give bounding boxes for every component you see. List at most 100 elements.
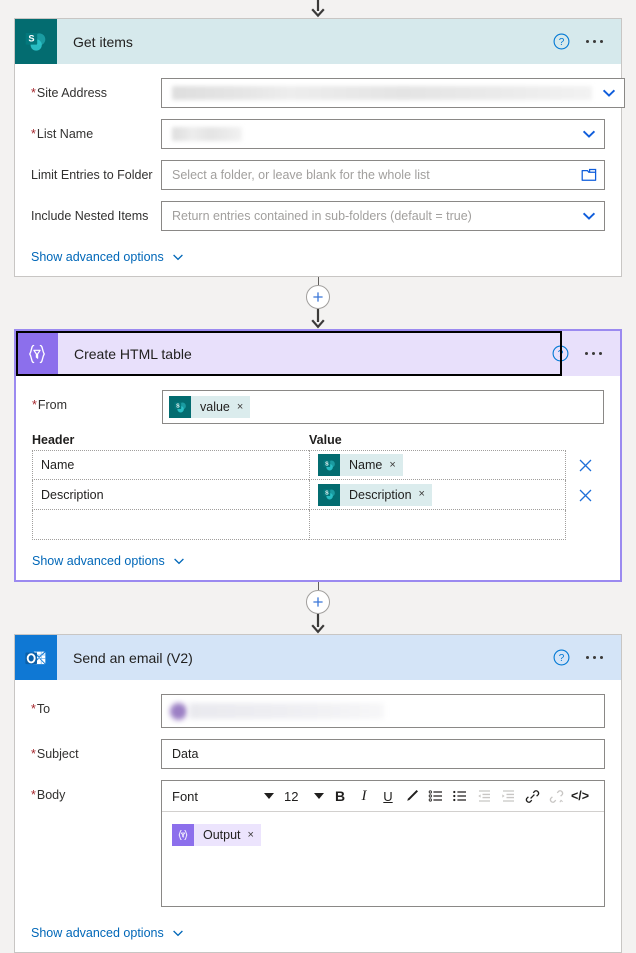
insert-step-button[interactable] (306, 590, 330, 614)
avatar (170, 702, 187, 720)
flow-step-get-items[interactable]: S Get items ? *Site Address *List Name L… (14, 18, 625, 277)
show-advanced-options-send-an-email[interactable]: Show advanced options (31, 926, 185, 940)
arrow-down-icon (311, 614, 325, 634)
header-cell-input[interactable]: Name (32, 450, 309, 480)
chevron-down-icon[interactable] (580, 125, 598, 143)
folder-picker-icon[interactable] (580, 167, 598, 183)
subject-input[interactable]: Data (161, 739, 605, 769)
show-advanced-options-create-html-table[interactable]: Show advanced options (32, 554, 186, 568)
ellipsis-icon[interactable] (583, 348, 604, 359)
field-row-subject: *Subject Data (31, 739, 605, 769)
chevron-down-icon[interactable] (600, 84, 618, 102)
field-label-from: *From (32, 398, 68, 412)
ellipsis-icon[interactable] (584, 652, 605, 663)
sharepoint-glyph: S (25, 32, 46, 51)
token-label: Name (349, 458, 383, 472)
body-content-area[interactable]: Output × (162, 812, 604, 906)
token-remove-icon[interactable]: × (389, 459, 395, 471)
dynamic-token-description[interactable]: S Description × (318, 483, 432, 506)
header-cell-input[interactable]: Description (32, 480, 309, 510)
delete-row-button[interactable] (566, 480, 604, 510)
ellipsis-icon[interactable] (584, 36, 605, 47)
step-title: Create HTML table (74, 345, 192, 362)
connector-top (0, 0, 636, 18)
field-label-site-address: *Site Address (31, 86, 108, 100)
required-asterisk: * (31, 86, 36, 100)
token-remove-icon[interactable]: × (419, 489, 425, 500)
advanced-label: Show advanced options (31, 250, 164, 264)
remove-link-icon[interactable] (544, 784, 568, 808)
font-size-select[interactable]: 12 (278, 784, 328, 808)
svg-text:S: S (28, 33, 34, 43)
underline-icon[interactable]: U (376, 784, 400, 808)
help-circle-icon[interactable]: ? (553, 649, 570, 666)
site-address-input[interactable] (161, 78, 625, 108)
font-size-value: 12 (284, 788, 299, 804)
include-nested-items-input[interactable]: Return entries contained in sub-folders … (161, 201, 605, 231)
chevron-down-icon[interactable] (580, 207, 598, 225)
step-header-create-html-table[interactable]: Create HTML table ? (16, 331, 620, 376)
field-label-body: *Body (31, 788, 66, 802)
required-asterisk: * (31, 127, 36, 141)
field-row-to: *To (31, 694, 605, 728)
flow-step-create-html-table[interactable]: Create HTML table ? *From S value × Head… (14, 329, 622, 582)
rte-toolbar: Font 12 B I U </> (162, 781, 604, 812)
value-cell-input[interactable] (309, 510, 566, 540)
help-circle-icon[interactable]: ? (552, 345, 569, 362)
insert-link-icon[interactable] (520, 784, 544, 808)
flow-step-send-an-email[interactable]: Send an email (V2) ? *To *Subject Data *… (14, 634, 622, 953)
field-row-body: *Body Font 12 B I U </> Output × (31, 780, 605, 907)
field-label-to: *To (31, 702, 51, 716)
step-header-send-an-email[interactable]: Send an email (V2) ? (15, 635, 621, 680)
token-remove-icon[interactable]: × (248, 829, 254, 841)
token-label: Output (203, 828, 241, 842)
connector-get-items-to-create-table (0, 277, 636, 329)
svg-text:S: S (325, 461, 329, 467)
step-header-get-items[interactable]: S Get items ? (15, 19, 621, 64)
body-rich-text-editor[interactable]: Font 12 B I U </> Output × (161, 780, 605, 907)
font-family-select[interactable]: Font (166, 784, 278, 808)
recipient-chip (170, 702, 384, 720)
plus-icon (313, 292, 323, 302)
table-column-headers: Header Value (32, 433, 604, 447)
data-operation-icon (16, 331, 58, 376)
show-advanced-options-get-items[interactable]: Show advanced options (31, 250, 185, 264)
dynamic-token-output[interactable]: Output × (172, 824, 261, 846)
bulleted-list-icon[interactable] (424, 784, 448, 808)
text-color-pen-icon[interactable] (400, 784, 424, 808)
value-cell-input[interactable]: S Name × (309, 450, 566, 480)
bold-icon[interactable]: B (328, 784, 352, 808)
numbered-list-icon[interactable] (448, 784, 472, 808)
sharepoint-icon: S (318, 483, 340, 506)
step-title: Get items (73, 33, 133, 50)
field-row-from: *From S value × (32, 390, 604, 424)
from-input[interactable]: S value × (162, 390, 604, 424)
value-cell-input[interactable]: S Description × (309, 480, 566, 510)
redacted-value (172, 86, 592, 100)
help-circle-icon[interactable]: ? (553, 33, 570, 50)
token-body: Name × (340, 454, 403, 476)
token-body: Output × (194, 824, 261, 846)
italic-icon[interactable]: I (352, 784, 376, 808)
svg-text:?: ? (558, 349, 564, 360)
dynamic-token-value[interactable]: S value × (169, 396, 251, 418)
dynamic-token-name[interactable]: S Name × (318, 454, 403, 476)
delete-row-button[interactable] (566, 450, 604, 480)
to-input[interactable] (161, 694, 605, 728)
limit-entries-to-folder-input[interactable]: Select a folder, or leave blank for the … (161, 160, 605, 190)
decrease-indent-icon[interactable] (472, 784, 496, 808)
field-row-limit-entries: Limit Entries to Folder Select a folder,… (31, 160, 605, 190)
required-asterisk: * (31, 702, 36, 716)
redacted-value (172, 127, 242, 141)
increase-indent-icon[interactable] (496, 784, 520, 808)
list-name-input[interactable] (161, 119, 605, 149)
insert-step-button[interactable] (306, 285, 330, 309)
field-label-subject: *Subject (31, 747, 79, 761)
chevron-down-icon (172, 254, 183, 261)
required-asterisk: * (31, 788, 36, 802)
column-header-header: Header (32, 433, 75, 447)
header-cell-input[interactable] (32, 510, 309, 540)
token-body: value × (191, 396, 251, 418)
token-remove-icon[interactable]: × (237, 401, 243, 413)
code-view-icon[interactable]: </> (568, 784, 592, 808)
